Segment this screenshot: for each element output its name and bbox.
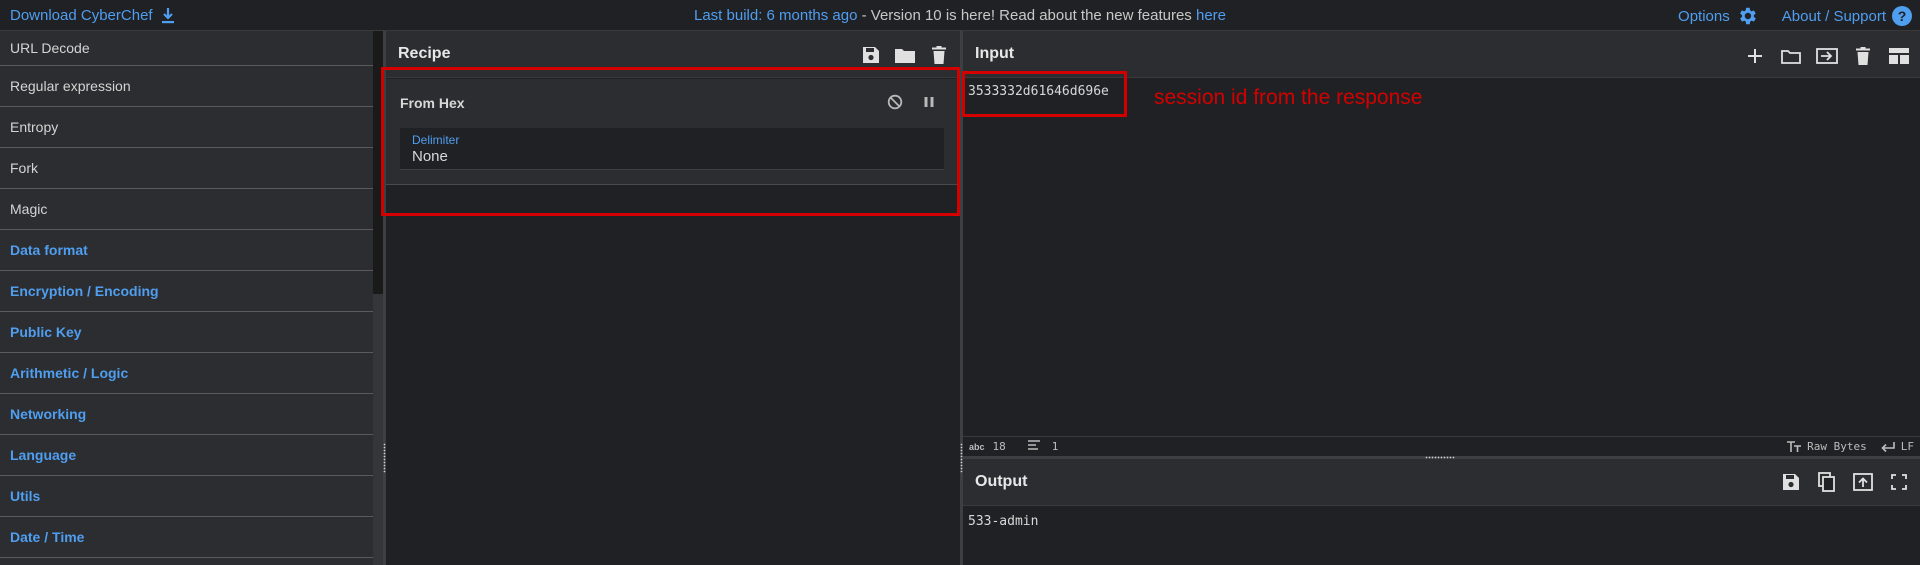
save-output-icon[interactable] — [1780, 471, 1802, 493]
category-item[interactable]: Data format — [0, 230, 373, 271]
output-text[interactable]: 533-admin — [968, 514, 1038, 529]
recipe-title: Recipe — [398, 45, 451, 62]
replace-input-icon[interactable] — [1852, 471, 1874, 493]
about-support-button[interactable]: About / Support ? — [1782, 6, 1912, 26]
options-button[interactable]: Options — [1678, 5, 1758, 27]
about-label: About / Support — [1781, 7, 1886, 25]
options-label: Options — [1678, 7, 1730, 25]
category-item[interactable]: Networking — [0, 394, 373, 435]
eol-selector[interactable]: LF — [1881, 440, 1914, 453]
help-icon: ? — [1892, 6, 1912, 26]
operation-item[interactable]: Magic — [0, 189, 373, 230]
build-notice: Last build: 6 months ago - Version 10 is… — [0, 7, 1920, 24]
operation-item[interactable]: Regular expression — [0, 66, 373, 107]
char-count: 18 — [992, 440, 1006, 453]
recipe-highlight-box — [381, 67, 960, 216]
category-item[interactable]: Date / Time — [0, 517, 373, 558]
category-item[interactable]: Arithmetic / Logic — [0, 353, 373, 394]
category-item[interactable]: Language — [0, 435, 373, 476]
return-icon — [1881, 441, 1895, 452]
save-recipe-icon[interactable] — [860, 44, 882, 66]
encoding-label: Raw Bytes — [1807, 440, 1867, 453]
annotation-text: session id from the response — [1154, 86, 1423, 109]
operation-item[interactable]: Fork — [0, 148, 373, 189]
copy-output-icon[interactable] — [1816, 471, 1838, 493]
add-tab-plus-icon[interactable] — [1744, 45, 1766, 67]
last-build-link[interactable]: Last build: 6 months ago — [694, 7, 857, 24]
output-panel: Output 533-admin — [963, 459, 1920, 565]
operation-item[interactable]: Entropy — [0, 107, 373, 148]
maximize-output-icon[interactable] — [1888, 471, 1910, 493]
clear-recipe-trash-icon[interactable] — [928, 44, 950, 66]
here-link[interactable]: here — [1196, 7, 1226, 24]
encoding-selector[interactable]: Raw Bytes — [1787, 440, 1867, 453]
notice-text: - Version 10 is here! Read about the new… — [857, 7, 1196, 24]
open-folder-icon[interactable] — [1780, 45, 1802, 67]
operation-item[interactable]: URL Decode — [0, 31, 373, 66]
input-status-bar: abc 18 1 Raw Bytes LF — [963, 436, 1920, 456]
download-label: Download CyberChef — [10, 7, 153, 24]
clear-input-trash-icon[interactable] — [1852, 45, 1874, 67]
operations-panel: URL Decode Regular expression Entropy Fork M… — [0, 31, 373, 565]
eol-label: LF — [1900, 440, 1914, 453]
gear-icon — [1739, 7, 1756, 25]
output-header: Output — [963, 459, 1920, 506]
output-title: Output — [975, 473, 1028, 490]
open-file-icon[interactable] — [1816, 45, 1838, 67]
text-type-icon — [1787, 440, 1802, 452]
layout-icon[interactable] — [1888, 45, 1910, 67]
download-link[interactable]: Download CyberChef — [10, 7, 175, 24]
load-recipe-folder-icon[interactable] — [894, 44, 916, 66]
line-count-icon — [1027, 440, 1040, 453]
top-bar: Download CyberChef Last build: 6 months … — [0, 0, 1920, 31]
category-item[interactable]: Encryption / Encoding — [0, 271, 373, 312]
input-title: Input — [975, 45, 1015, 62]
category-item[interactable]: Public Key — [0, 312, 373, 353]
line-count: 1 — [1051, 440, 1059, 453]
input-highlight-box — [962, 71, 1127, 117]
char-count-icon: abc — [969, 441, 985, 452]
category-item[interactable]: Utils — [0, 476, 373, 517]
download-icon — [161, 7, 174, 23]
